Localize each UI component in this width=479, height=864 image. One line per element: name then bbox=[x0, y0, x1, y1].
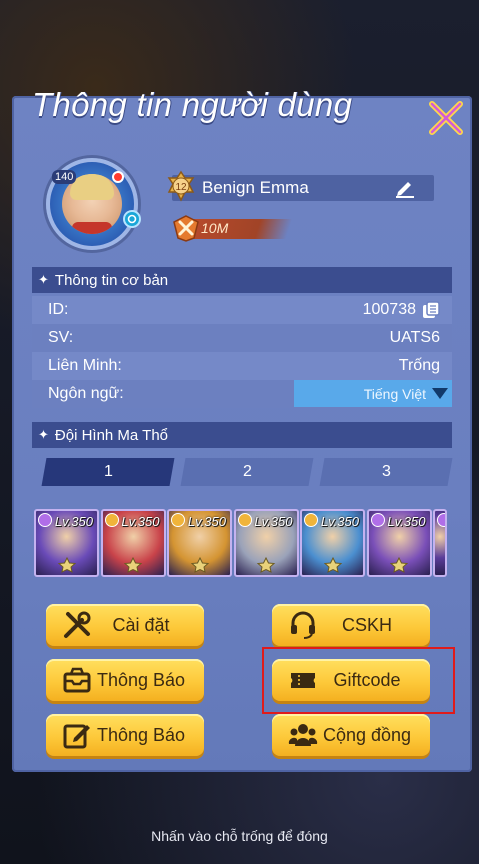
info-value: 100738 bbox=[362, 301, 416, 318]
copy-icon[interactable] bbox=[422, 301, 440, 319]
swords-icon bbox=[172, 214, 200, 242]
hero-lineup: Lv.350 Lv.350 Lv.350 Lv.350 Lv.350 Lv.350 bbox=[34, 509, 450, 581]
hero-level: Lv.350 bbox=[387, 514, 426, 529]
chevron-down-icon bbox=[432, 388, 448, 399]
edit-note-icon bbox=[60, 720, 94, 750]
rank-star-icon bbox=[388, 556, 410, 573]
rank-star-icon bbox=[189, 556, 211, 573]
info-label: SV: bbox=[48, 329, 74, 346]
hero-card[interactable]: Lv.350 bbox=[34, 509, 99, 577]
formation-header: ✦ Đội Hình Ma Thổ bbox=[32, 422, 452, 448]
hero-card[interactable]: Lv.350 bbox=[167, 509, 232, 577]
tools-icon bbox=[60, 610, 94, 640]
language-value: Tiếng Việt bbox=[363, 385, 426, 402]
element-gem-icon bbox=[304, 513, 318, 527]
close-hint: Nhấn vào chỗ trống để đóng bbox=[151, 828, 328, 844]
giftcode-highlight bbox=[262, 647, 455, 714]
element-gem-icon bbox=[437, 513, 445, 527]
vip-badge-icon: 12 bbox=[165, 170, 197, 202]
rank-star-icon bbox=[122, 556, 144, 573]
panel-title: Thông tin người dùng bbox=[32, 86, 353, 123]
player-name: Benign Emma bbox=[202, 178, 309, 197]
avatar[interactable] bbox=[40, 152, 144, 256]
player-level-badge: 140 bbox=[52, 170, 77, 184]
hero-level: Lv.350 bbox=[54, 514, 93, 529]
rank-star-icon bbox=[322, 556, 344, 573]
info-row-alliance: Liên Minh: Trống bbox=[32, 352, 452, 380]
hero-card[interactable]: Lv.350 bbox=[366, 509, 432, 577]
info-value: Trống bbox=[398, 357, 440, 374]
element-gem-icon bbox=[38, 513, 52, 527]
svg-text:12: 12 bbox=[175, 182, 187, 193]
hero-card[interactable]: Lv.350 bbox=[233, 509, 299, 577]
change-avatar-icon[interactable] bbox=[123, 210, 141, 228]
section-title: Thông tin cơ bản bbox=[54, 271, 169, 289]
tab-formation-1[interactable]: 1 bbox=[41, 458, 175, 486]
sparkle-icon: ✦ bbox=[38, 272, 49, 287]
element-gem-icon bbox=[237, 513, 252, 527]
info-label: Liên Minh: bbox=[48, 357, 122, 374]
element-gem-icon bbox=[171, 513, 185, 527]
feedback-button[interactable]: Thông Báo bbox=[46, 714, 204, 756]
hero-level: Lv.350 bbox=[320, 514, 359, 529]
notice-button[interactable]: Thông Báo bbox=[46, 659, 204, 701]
community-button[interactable]: Cộng đồng bbox=[272, 714, 430, 756]
rank-star-icon bbox=[56, 556, 78, 573]
basic-info-header: ✦ Thông tin cơ bản bbox=[32, 267, 452, 293]
hero-card[interactable] bbox=[433, 509, 447, 577]
support-button[interactable]: CSKH bbox=[272, 604, 430, 646]
tab-formation-3[interactable]: 3 bbox=[319, 458, 453, 486]
hero-level: Lv.350 bbox=[121, 514, 160, 529]
hero-card[interactable]: Lv.350 bbox=[300, 509, 365, 577]
close-button[interactable] bbox=[428, 100, 464, 136]
tab-formation-2[interactable]: 2 bbox=[180, 458, 314, 486]
sparkle-icon: ✦ bbox=[38, 427, 49, 442]
element-gem-icon bbox=[104, 513, 119, 527]
close-icon bbox=[429, 101, 463, 135]
rank-star-icon bbox=[255, 556, 277, 573]
section-title: Đội Hình Ma Thổ bbox=[54, 426, 169, 444]
inbox-icon bbox=[60, 665, 94, 695]
notification-dot-icon bbox=[112, 171, 124, 183]
hero-level: Lv.350 bbox=[254, 514, 293, 529]
info-row-server: SV: UATS6 bbox=[32, 324, 452, 352]
headset-icon bbox=[286, 610, 320, 640]
community-icon bbox=[286, 720, 320, 750]
edit-name-icon[interactable] bbox=[394, 178, 416, 198]
info-row-id: ID: 100738 bbox=[32, 296, 452, 324]
language-dropdown[interactable]: Tiếng Việt bbox=[294, 380, 452, 407]
settings-button[interactable]: Cài đặt bbox=[46, 604, 204, 646]
hero-level: Lv.350 bbox=[187, 514, 226, 529]
info-value: UATS6 bbox=[389, 329, 440, 346]
power-value: 10M bbox=[201, 220, 229, 236]
info-label: Ngôn ngữ: bbox=[48, 385, 124, 402]
element-gem-icon bbox=[370, 513, 385, 527]
info-label: ID: bbox=[48, 301, 69, 318]
hero-card[interactable]: Lv.350 bbox=[100, 509, 166, 577]
